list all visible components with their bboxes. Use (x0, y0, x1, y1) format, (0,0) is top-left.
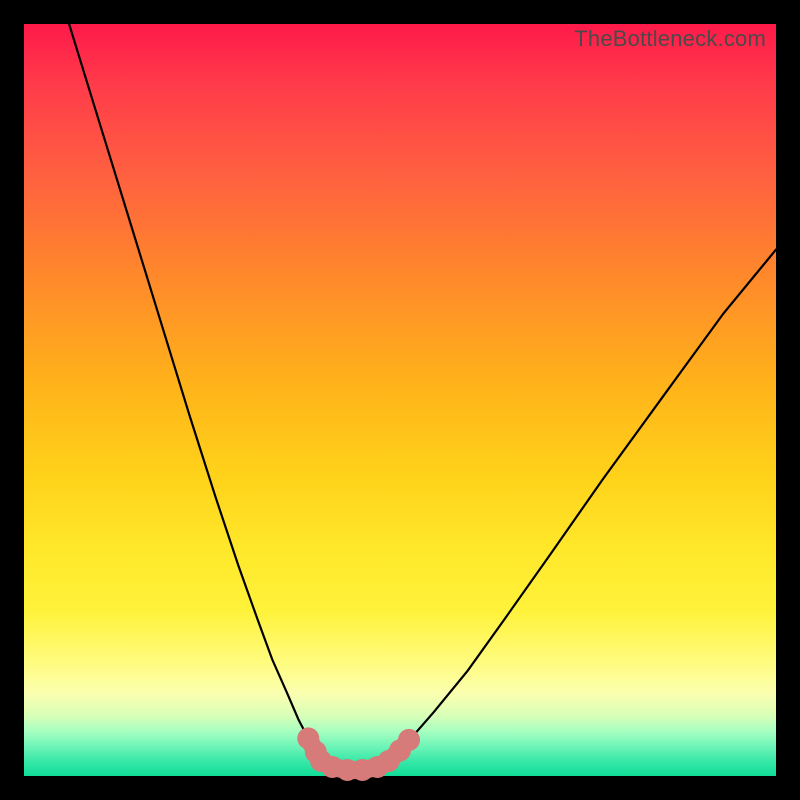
minimum-bead (398, 729, 420, 751)
curve-left (69, 24, 321, 761)
chart-frame: TheBottleneck.com (24, 24, 776, 776)
curve-right (389, 250, 776, 761)
minimum-beads-group (297, 727, 420, 781)
chart-svg (24, 24, 776, 776)
